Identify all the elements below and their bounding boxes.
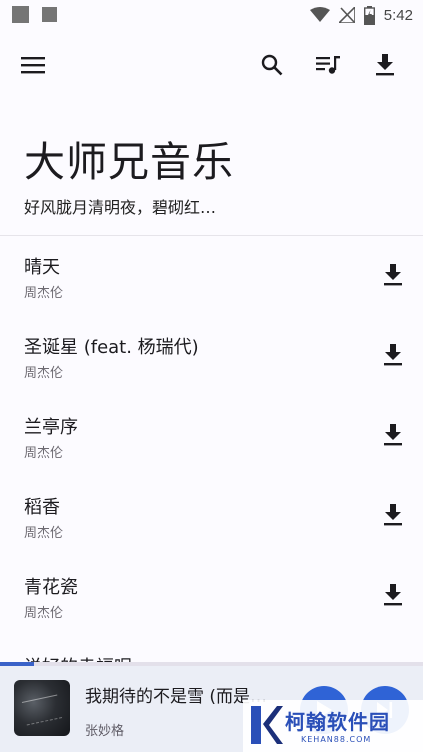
watermark-logo: [251, 706, 283, 744]
notification-icon: [42, 7, 57, 22]
album-art[interactable]: [14, 680, 70, 736]
menu-icon: [21, 57, 45, 74]
song-download-button[interactable]: [380, 582, 406, 608]
search-icon: [261, 54, 283, 76]
watermark: 柯翰软件园 KEHAN88.COM: [243, 700, 423, 752]
top-app-bar: [0, 44, 423, 88]
song-list: 晴天 周杰伦 圣诞星 (feat. 杨瑞代) 周杰伦 兰亭序 周杰伦 稻香 周杰…: [0, 236, 423, 662]
queue-music-icon: [316, 56, 340, 74]
song-artist: 周杰伦: [24, 526, 64, 541]
download-icon: [384, 504, 402, 526]
watermark-url: KEHAN88.COM: [301, 735, 372, 744]
menu-button[interactable]: [20, 52, 46, 78]
download-all-button[interactable]: [372, 52, 398, 78]
download-icon: [376, 54, 394, 76]
queue-button[interactable]: [316, 52, 342, 78]
song-list-item[interactable]: 圣诞星 (feat. 杨瑞代) 周杰伦: [0, 316, 423, 396]
song-list-item[interactable]: 晴天 周杰伦: [0, 236, 423, 316]
song-title: 晴天: [24, 257, 60, 278]
no-signal-icon: [338, 7, 355, 23]
song-download-button[interactable]: [380, 502, 406, 528]
watermark-text: 柯翰软件园: [285, 710, 390, 734]
song-download-button[interactable]: [380, 262, 406, 288]
now-playing-artist: 张妙格: [85, 724, 125, 739]
song-list-item[interactable]: 兰亭序 周杰伦: [0, 396, 423, 476]
song-title: 圣诞星 (feat. 杨瑞代): [24, 337, 199, 358]
download-icon: [384, 344, 402, 366]
wifi-icon: [309, 7, 330, 22]
song-title: 说好的幸福呢: [24, 653, 132, 662]
clock: 5:42: [383, 6, 413, 24]
song-artist: 周杰伦: [24, 366, 64, 381]
battery-charging-icon: [363, 5, 375, 25]
page-subtitle: 好风胧月清明夜，碧砌红…: [24, 198, 217, 217]
status-bar: 5:42: [0, 0, 423, 30]
download-icon: [384, 424, 402, 446]
song-title: 稻香: [24, 497, 60, 518]
notification-icon: [12, 6, 29, 23]
search-button[interactable]: [259, 52, 285, 78]
download-icon: [384, 264, 402, 286]
page-title: 大师兄音乐: [24, 138, 234, 186]
song-artist: 周杰伦: [24, 446, 64, 461]
song-list-item[interactable]: 稻香 周杰伦: [0, 476, 423, 556]
song-download-button[interactable]: [380, 422, 406, 448]
song-list-item[interactable]: 说好的幸福呢: [0, 636, 423, 662]
song-title: 青花瓷: [24, 577, 78, 598]
song-list-item[interactable]: 青花瓷 周杰伦: [0, 556, 423, 636]
song-title: 兰亭序: [24, 417, 78, 438]
download-icon: [384, 584, 402, 606]
song-artist: 周杰伦: [24, 606, 64, 621]
song-download-button[interactable]: [380, 342, 406, 368]
song-artist: 周杰伦: [24, 286, 64, 301]
